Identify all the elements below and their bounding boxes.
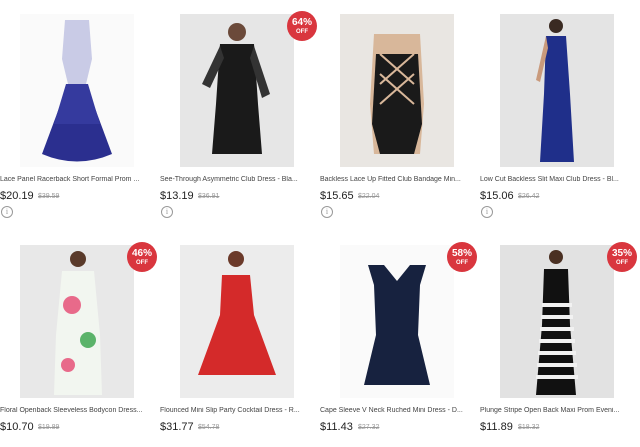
discount-percent: 64% (291, 17, 312, 28)
product-title[interactable]: Flounced Mini Slip Party Cocktail Dress … (160, 407, 310, 414)
sale-price: $15.06 (480, 190, 514, 202)
discount-off-label: OFF (456, 260, 468, 266)
discount-off-label: OFF (296, 29, 308, 35)
product-title[interactable]: Cape Sleeve V Neck Ruched Mini Dress - D… (320, 407, 470, 414)
sale-price: $13.19 (160, 190, 194, 202)
info-icon[interactable]: i (161, 206, 173, 218)
product-image[interactable] (500, 245, 614, 398)
info-icon[interactable]: i (1, 206, 13, 218)
original-price: $26.42 (518, 193, 540, 200)
sale-price: $11.43 (320, 421, 353, 433)
info-icon[interactable]: i (321, 206, 333, 218)
discount-badge: 64% OFF (287, 11, 317, 41)
product-card[interactable]: Backless Lace Up Fitted Club Bandage Min… (320, 0, 480, 218)
product-card[interactable]: 46% OFF Floral Openback Sleeveless Bodyc… (0, 231, 160, 447)
sale-price: $31.77 (160, 421, 194, 433)
product-image[interactable] (20, 245, 134, 398)
discount-percent: 58% (451, 248, 472, 259)
product-title[interactable]: Floral Openback Sleeveless Bodycon Dress… (0, 407, 150, 414)
discount-off-label: OFF (616, 260, 628, 266)
product-title[interactable]: Backless Lace Up Fitted Club Bandage Min… (320, 176, 470, 183)
discount-off-label: OFF (136, 260, 148, 266)
product-title[interactable]: See-Through Asymmetric Club Dress - Bla.… (160, 176, 310, 183)
product-image[interactable] (180, 14, 294, 167)
product-card[interactable]: Lace Panel Racerback Short Formal Prom .… (0, 0, 160, 218)
product-card[interactable]: Low Cut Backless Slit Maxi Club Dress - … (480, 0, 640, 218)
product-card[interactable]: Flounced Mini Slip Party Cocktail Dress … (160, 231, 320, 447)
product-title[interactable]: Low Cut Backless Slit Maxi Club Dress - … (480, 176, 630, 183)
product-image[interactable] (20, 14, 134, 167)
original-price: $36.91 (198, 193, 220, 200)
original-price: $19.89 (38, 424, 60, 431)
product-image[interactable] (340, 14, 454, 167)
product-image[interactable] (500, 14, 614, 167)
discount-badge: 46% OFF (127, 242, 157, 272)
original-price: $39.59 (38, 193, 60, 200)
product-image[interactable] (340, 245, 454, 398)
info-icon[interactable]: i (481, 206, 493, 218)
product-card[interactable]: 58% OFF Cape Sleeve V Neck Ruched Mini D… (320, 231, 480, 447)
original-price: $18.32 (518, 424, 540, 431)
original-price: $22.04 (358, 193, 380, 200)
sale-price: $10.70 (0, 421, 34, 433)
sale-price: $11.89 (480, 421, 513, 433)
product-card[interactable]: 35% OFF Plunge Stripe Open Back Maxi Pro… (480, 231, 640, 447)
discount-percent: 35% (611, 248, 632, 259)
discount-percent: 46% (131, 248, 152, 259)
original-price: $54.78 (198, 424, 220, 431)
sale-price: $15.65 (320, 190, 354, 202)
sale-price: $20.19 (0, 190, 34, 202)
product-title[interactable]: Lace Panel Racerback Short Formal Prom .… (0, 176, 150, 183)
product-image[interactable] (180, 245, 294, 398)
discount-badge: 35% OFF (607, 242, 637, 272)
product-card[interactable]: 64% OFF See-Through Asymmetric Club Dres… (160, 0, 320, 218)
discount-badge: 58% OFF (447, 242, 477, 272)
product-title[interactable]: Plunge Stripe Open Back Maxi Prom Eveni.… (480, 407, 630, 414)
original-price: $27.32 (358, 424, 380, 431)
